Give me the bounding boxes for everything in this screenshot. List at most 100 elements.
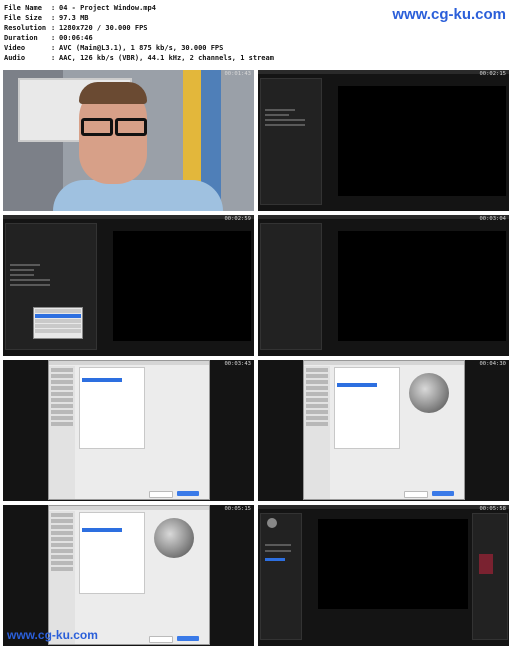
meta-file-name: File Name:04 - Project Window.mp4 — [4, 3, 156, 13]
meta-key: File Name — [4, 4, 42, 12]
timestamp: 00:05:15 — [224, 506, 252, 512]
project-item — [10, 269, 34, 271]
meta-file-size: File Size:97.3 MB — [4, 13, 89, 23]
thumbnail-6: 00:04:30 — [258, 360, 509, 501]
meta-separator: : — [51, 54, 56, 62]
composition-viewer — [318, 519, 468, 609]
meta-separator: : — [51, 24, 56, 32]
ae-menubar — [258, 505, 509, 509]
glasses-left — [81, 118, 113, 136]
file-list[interactable] — [334, 367, 400, 449]
thumbnail-4: 00:03:04 — [258, 215, 509, 356]
import-dialog[interactable] — [303, 360, 465, 500]
meta-separator: : — [51, 44, 56, 52]
thumbnail-5: 00:03:43 — [3, 360, 254, 501]
timestamp: 00:02:15 — [479, 71, 507, 77]
dialog-sidebar[interactable] — [49, 511, 75, 644]
context-menu[interactable] — [33, 307, 83, 339]
menu-item[interactable] — [35, 329, 81, 333]
ae-menubar — [3, 215, 254, 219]
thumbnail-7: www.cg-ku.com 00:05:15 — [3, 505, 254, 646]
cancel-button[interactable] — [404, 491, 428, 498]
timestamp: 00:01:43 — [224, 71, 252, 77]
project-item — [265, 114, 289, 116]
open-button[interactable] — [177, 491, 199, 496]
meta-value: AVC (Main@L3.1), 1 875 kb/s, 30.000 FPS — [59, 44, 224, 52]
project-item — [10, 274, 34, 276]
meta-key: Video — [4, 44, 26, 52]
watermark-bottom: www.cg-ku.com — [7, 628, 98, 642]
ae-menubar — [258, 215, 509, 219]
meta-value: 04 - Project Window.mp4 — [59, 4, 156, 12]
glasses-right — [115, 118, 147, 136]
dialog-titlebar — [304, 361, 464, 365]
import-dialog[interactable] — [48, 505, 210, 645]
ae-menubar — [258, 70, 509, 74]
file-list-selection[interactable] — [337, 383, 377, 387]
project-item-selected[interactable] — [265, 558, 285, 561]
meta-value: 00:06:46 — [59, 34, 93, 42]
dialog-sidebar[interactable] — [49, 366, 75, 499]
meta-value: 97.3 MB — [59, 14, 89, 22]
project-item — [265, 124, 305, 126]
meta-video: Video: AVC (Main@L3.1), 1 875 kb/s, 30.00… — [4, 43, 223, 53]
project-item — [265, 544, 291, 546]
timestamp: 00:05:58 — [479, 506, 507, 512]
project-item — [10, 279, 50, 281]
dialog-titlebar — [49, 361, 209, 365]
project-item — [10, 284, 50, 286]
watermark-top: www.cg-ku.com — [392, 6, 506, 23]
meta-separator: : — [51, 4, 56, 12]
thumbnail-3: 00:02:59 — [3, 215, 254, 356]
project-panel — [260, 78, 322, 205]
timestamp: 00:02:59 — [224, 216, 252, 222]
timestamp: 00:04:30 — [479, 361, 507, 367]
file-list[interactable] — [79, 367, 145, 449]
composition-viewer — [338, 231, 506, 341]
meta-key: File Size — [4, 14, 42, 22]
meta-key: Resolution — [4, 24, 47, 32]
open-button[interactable] — [432, 491, 454, 496]
meta-separator: : — [51, 34, 56, 42]
thumbnail-1: 00:01:43 — [3, 70, 254, 211]
menu-item[interactable] — [35, 324, 81, 328]
meta-key: Audio — [4, 54, 26, 62]
effects-panel — [472, 513, 508, 640]
timestamp: 00:03:04 — [479, 216, 507, 222]
cancel-button[interactable] — [149, 636, 173, 643]
menu-item-highlighted[interactable] — [35, 314, 81, 318]
meta-value: AAC, 126 kb/s (VBR), 44.1 kHz, 2 channel… — [59, 54, 274, 62]
menu-item[interactable] — [35, 309, 81, 313]
effects-preset-swatch — [479, 554, 493, 574]
project-item — [265, 119, 305, 121]
composition-viewer — [338, 86, 506, 196]
open-button[interactable] — [177, 636, 199, 641]
import-dialog[interactable] — [48, 360, 210, 500]
presenter-hair — [79, 82, 147, 104]
composition-viewer — [113, 231, 251, 341]
meta-resolution: Resolution:1280x720 / 30.000 FPS — [4, 23, 148, 33]
timestamp: 00:03:43 — [224, 361, 252, 367]
meta-separator: : — [51, 14, 56, 22]
moon-preview-image — [409, 373, 449, 413]
dialog-sidebar[interactable] — [304, 366, 330, 499]
file-list[interactable] — [79, 512, 145, 594]
media-info-header: File Name:04 - Project Window.mp4 File S… — [0, 0, 512, 66]
footage-thumbnail — [267, 518, 277, 528]
menu-item[interactable] — [35, 319, 81, 323]
project-panel — [260, 513, 302, 640]
cancel-button[interactable] — [149, 491, 173, 498]
moon-preview-image — [154, 518, 194, 558]
thumbnail-2: 00:02:15 — [258, 70, 509, 211]
thumbnail-8: 00:05:58 — [258, 505, 509, 646]
project-item — [265, 109, 295, 111]
file-list-selection[interactable] — [82, 378, 122, 382]
presenter-shirt — [53, 180, 223, 211]
meta-key: Duration — [4, 34, 38, 42]
dialog-titlebar — [49, 506, 209, 510]
project-item — [10, 264, 40, 266]
project-panel — [260, 223, 322, 350]
project-item — [265, 550, 291, 552]
file-list-selection[interactable] — [82, 528, 122, 532]
meta-value: 1280x720 / 30.000 FPS — [59, 24, 148, 32]
